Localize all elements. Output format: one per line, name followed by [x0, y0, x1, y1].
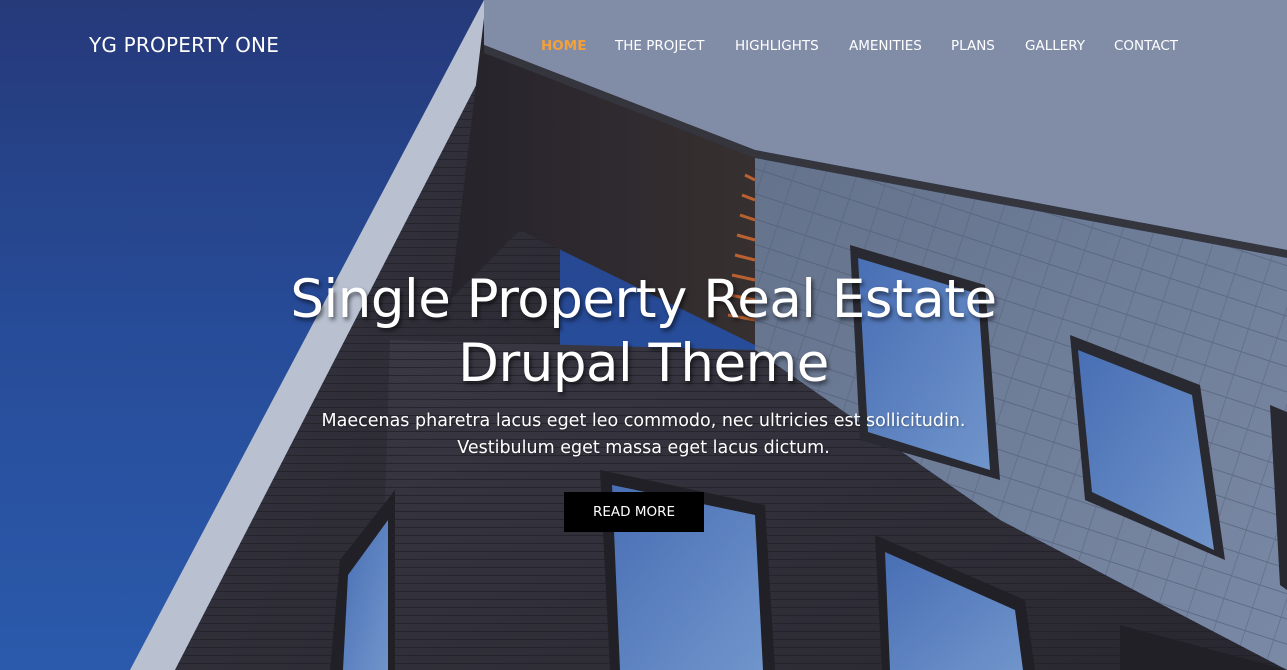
nav-item-gallery[interactable]: GALLERY: [1025, 38, 1085, 54]
hero-title: Single Property Real Estate Drupal Theme: [290, 269, 997, 394]
nav-item-plans[interactable]: PLANS: [951, 38, 995, 54]
nav-item-home[interactable]: HOME: [541, 38, 586, 54]
nav-item-amenities[interactable]: AMENITIES: [849, 38, 922, 54]
nav-item-contact[interactable]: CONTACT: [1114, 38, 1178, 54]
nav-item-the-project[interactable]: THE PROJECT: [615, 38, 705, 54]
hero-subtitle: Maecenas pharetra lacus eget leo commodo…: [321, 411, 966, 458]
site-logo[interactable]: YG PROPERTY ONE: [89, 33, 279, 57]
nav-item-highlights[interactable]: HIGHLIGHTS: [735, 38, 819, 54]
read-more-button[interactable]: READ MORE: [564, 492, 704, 532]
hero-section: YG PROPERTY ONE HOME THE PROJECT HIGHLIG…: [0, 0, 1287, 670]
hero-content: Single Property Real Estate Drupal Theme…: [0, 268, 1287, 462]
site-header: YG PROPERTY ONE HOME THE PROJECT HIGHLIG…: [0, 0, 1287, 92]
